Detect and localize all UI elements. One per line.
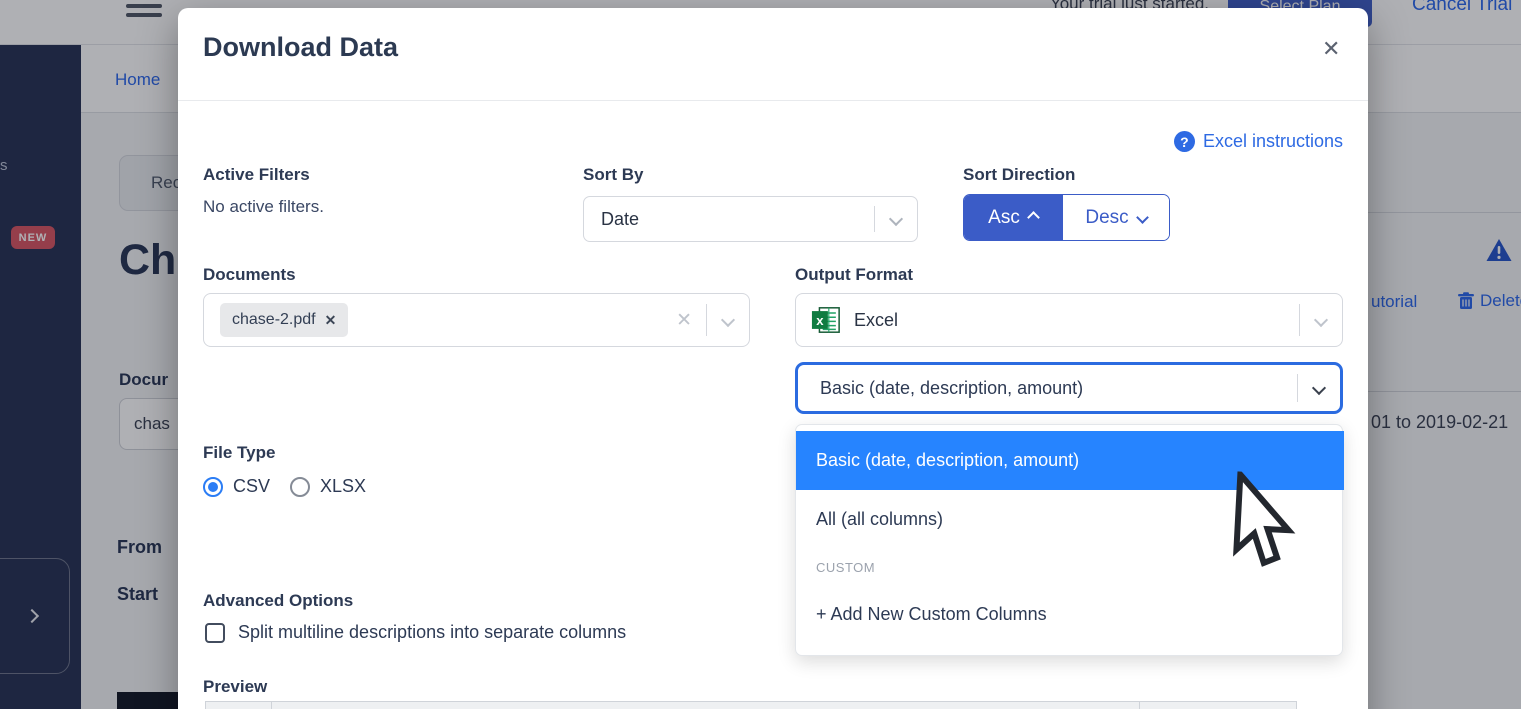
app-screen: Your trial just started. Select Plan Can… <box>0 0 1521 709</box>
radio-xlsx[interactable] <box>290 476 311 497</box>
chevron-down-icon <box>1135 211 1149 224</box>
chevron-down-icon <box>1311 380 1327 396</box>
modal-title: Download Data <box>203 32 399 62</box>
desc-label: Desc <box>1085 206 1129 228</box>
download-data-modal: Download Data ✕ ? Excel instructions Act… <box>178 8 1368 709</box>
active-filters-label: Active Filters <box>203 165 310 184</box>
excel-instructions-link[interactable]: ? Excel instructions <box>1078 131 1343 152</box>
split-multiline-label[interactable]: Split multiline descriptions into separa… <box>238 622 626 643</box>
columns-select-value: Basic (date, description, amount) <box>820 377 1084 398</box>
menu-option-add-custom-columns[interactable]: + Add New Custom Columns <box>796 585 1344 644</box>
file-type-label: File Type <box>203 443 276 462</box>
advanced-option-row: Split multiline descriptions into separa… <box>205 622 626 643</box>
help-circle-icon: ? <box>1173 131 1195 152</box>
chevron-up-icon <box>1026 211 1040 224</box>
sort-direction-toggle: Asc Desc <box>963 194 1170 241</box>
documents-label: Documents <box>203 265 296 284</box>
excel-instructions-label: Excel instructions <box>1202 131 1343 151</box>
sort-direction-label: Sort Direction <box>963 165 1076 184</box>
radio-xlsx-label[interactable]: XLSX <box>320 476 366 497</box>
sort-asc-button[interactable]: Asc <box>964 195 1063 240</box>
menu-option-all[interactable]: All (all columns) <box>796 490 1344 549</box>
sort-by-value: Date <box>601 208 640 229</box>
preview-table-column-divider <box>271 702 272 709</box>
modal-close-button[interactable]: ✕ <box>1322 38 1340 60</box>
active-filters-value: No active filters. <box>203 197 324 216</box>
columns-select[interactable]: Basic (date, description, amount) <box>795 362 1343 414</box>
document-chip-label: chase-2.pdf <box>232 311 316 328</box>
output-format-select[interactable]: x Excel <box>795 293 1343 347</box>
advanced-options-label: Advanced Options <box>203 591 354 610</box>
svg-text:x: x <box>816 313 824 328</box>
output-format-label: Output Format <box>795 265 914 284</box>
select-divider <box>874 205 875 233</box>
documents-multiselect[interactable]: chase-2.pdf ✕ ✕ <box>203 293 750 347</box>
output-format-value: Excel <box>854 309 899 330</box>
chevron-down-icon <box>888 211 904 227</box>
chevron-down-icon <box>1313 312 1329 328</box>
chevron-down-icon[interactable] <box>720 312 736 328</box>
file-type-options: CSV XLSX <box>203 476 366 497</box>
chip-remove-icon[interactable]: ✕ <box>325 312 337 329</box>
asc-label: Asc <box>988 206 1020 228</box>
clear-all-icon[interactable]: ✕ <box>676 309 692 332</box>
document-chip: chase-2.pdf ✕ <box>220 303 349 337</box>
columns-dropdown-menu: Basic (date, description, amount) All (a… <box>795 424 1344 656</box>
excel-icon: x <box>811 307 840 333</box>
menu-option-basic[interactable]: Basic (date, description, amount) <box>796 431 1344 490</box>
preview-table <box>205 701 1297 709</box>
sort-desc-button[interactable]: Desc <box>1062 195 1169 240</box>
sort-by-label: Sort By <box>583 165 644 184</box>
select-divider <box>1299 304 1300 336</box>
radio-csv-label[interactable]: CSV <box>233 476 270 497</box>
radio-csv[interactable] <box>203 476 223 497</box>
select-divider <box>1297 374 1298 402</box>
preview-table-column-divider <box>1139 702 1140 709</box>
sort-by-select[interactable]: Date <box>583 196 918 242</box>
preview-label: Preview <box>203 677 268 696</box>
split-multiline-checkbox[interactable] <box>205 622 225 643</box>
select-divider <box>706 304 707 336</box>
menu-group-label: CUSTOM <box>816 560 876 575</box>
modal-header-divider <box>178 100 1368 101</box>
